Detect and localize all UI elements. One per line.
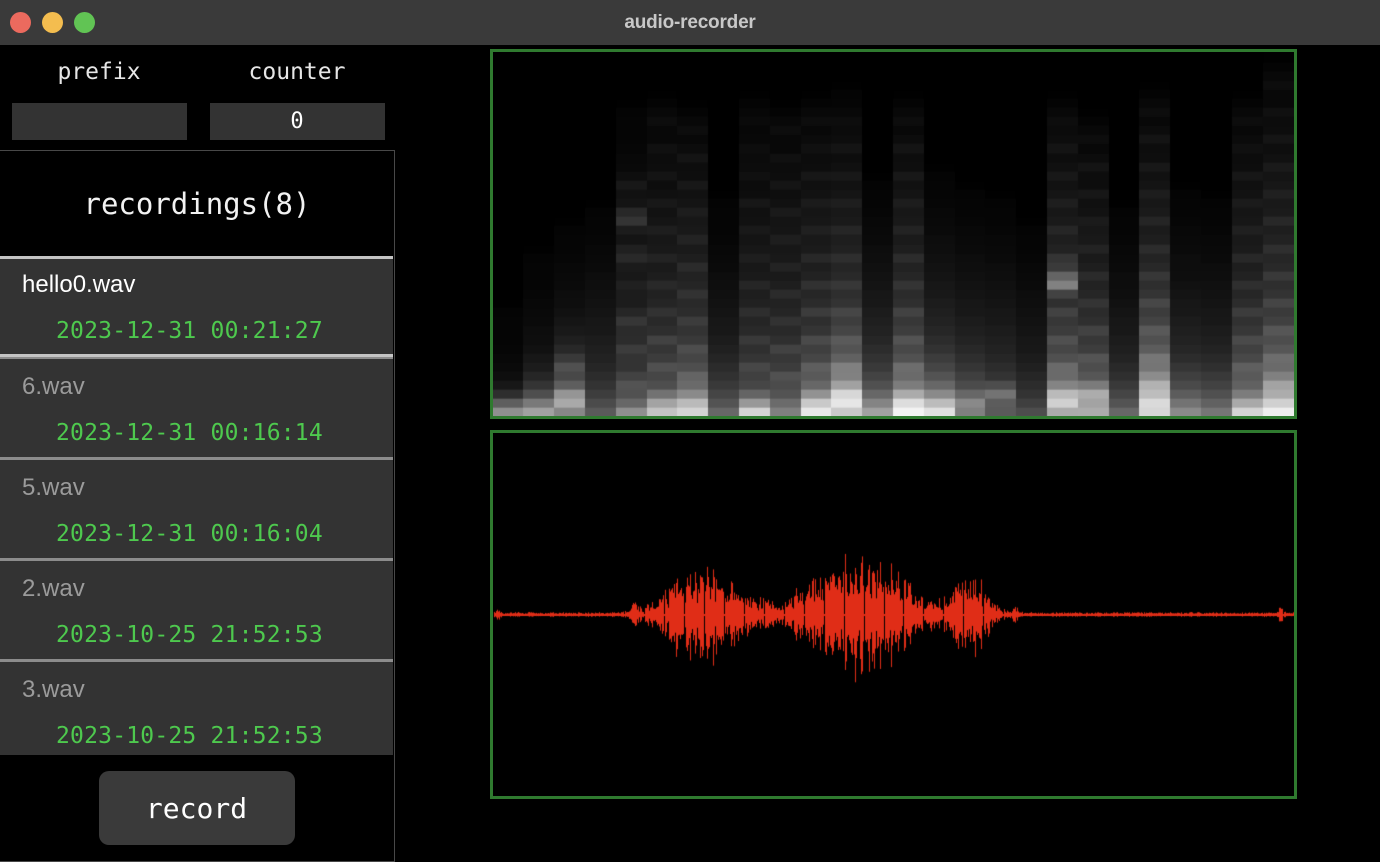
- recordings-panel: recordings(8) hello0.wav 2023-12-31 00:21…: [0, 150, 395, 862]
- field-labels-row: prefix counter: [0, 59, 396, 91]
- recording-list-item[interactable]: 5.wav 2023-12-31 00:16:04: [0, 458, 393, 559]
- spectrogram-canvas: [493, 52, 1294, 416]
- record-button[interactable]: record: [98, 771, 295, 845]
- sidebar: prefix counter recordings(8) hello0.wav 2…: [0, 45, 396, 862]
- recordings-header: recordings(8): [0, 151, 394, 256]
- recording-list-item[interactable]: 3.wav 2023-10-25 21:52:53: [0, 660, 393, 761]
- record-bar: record: [0, 755, 393, 861]
- field-inputs-row: [0, 103, 396, 140]
- counter-label: counter: [248, 59, 346, 85]
- prefix-input[interactable]: [11, 103, 187, 140]
- recording-timestamp: 2023-10-25 21:52:53: [56, 622, 323, 648]
- recording-list-item[interactable]: hello0.wav 2023-12-31 00:21:27: [0, 256, 393, 357]
- title-bar: audio-recorder: [0, 0, 1380, 45]
- window-title: audio-recorder: [624, 11, 756, 33]
- recording-filename: hello0.wav: [22, 271, 136, 298]
- waveform-panel[interactable]: [490, 430, 1297, 799]
- recording-filename: 6.wav: [22, 373, 85, 400]
- recording-list-item[interactable]: 2.wav 2023-10-25 21:52:53: [0, 559, 393, 660]
- app-window: audio-recorder prefix counter recordings…: [0, 0, 1380, 862]
- recording-timestamp: 2023-12-31 00:21:27: [56, 318, 323, 344]
- prefix-field-cell: [0, 103, 198, 140]
- prefix-label: prefix: [57, 59, 141, 85]
- recording-list-item[interactable]: 6.wav 2023-12-31 00:16:14: [0, 357, 393, 458]
- counter-input[interactable]: [209, 103, 385, 140]
- recording-filename: 3.wav: [22, 676, 85, 703]
- counter-field-cell: [198, 103, 396, 140]
- recording-timestamp: 2023-12-31 00:16:04: [56, 521, 323, 547]
- spectrogram-panel[interactable]: [490, 49, 1297, 419]
- recording-timestamp: 2023-12-31 00:16:14: [56, 420, 323, 446]
- recordings-list[interactable]: hello0.wav 2023-12-31 00:21:27 6.wav 2023-1…: [0, 256, 393, 816]
- recording-timestamp: 2023-10-25 21:52:53: [56, 723, 323, 749]
- waveform-canvas: [493, 433, 1294, 796]
- recording-filename: 5.wav: [22, 474, 85, 501]
- recording-filename: 2.wav: [22, 575, 85, 602]
